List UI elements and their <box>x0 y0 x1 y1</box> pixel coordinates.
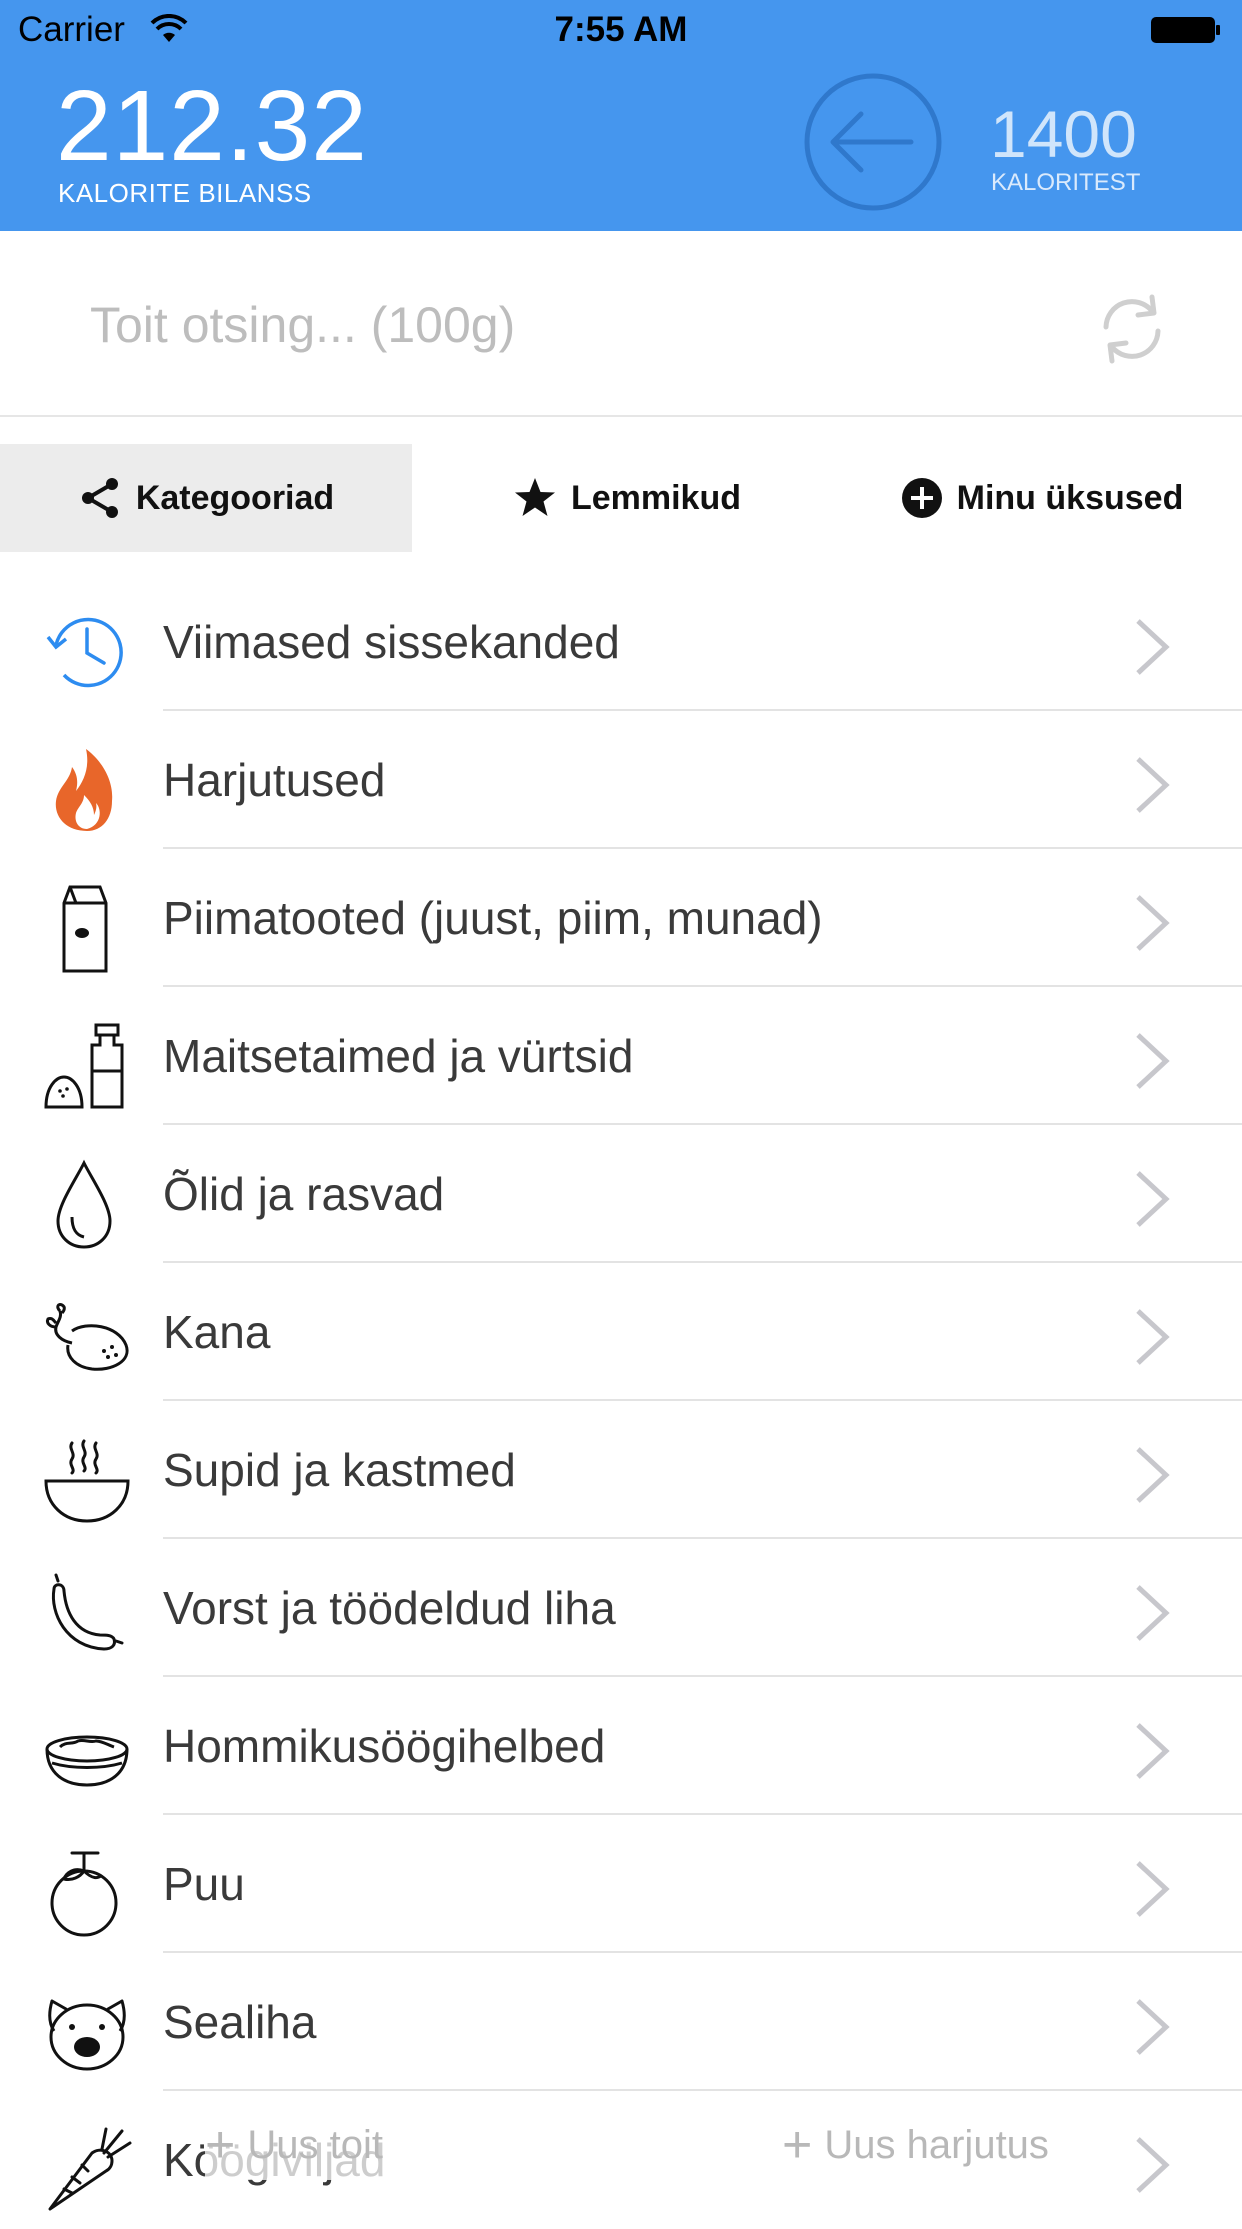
list-item[interactable]: Supid ja kastmed <box>0 1401 1242 1539</box>
calorie-goal-label: KALORITEST <box>991 169 1141 196</box>
chevron-right-icon <box>1136 1861 1170 1917</box>
list-item-label: Puu <box>163 1858 245 1910</box>
list-item-label: Maitsetaimed ja vürtsid <box>163 1030 634 1082</box>
cereal-bowl-icon <box>45 1735 129 1787</box>
refresh-icon[interactable] <box>1092 289 1172 369</box>
list-item[interactable]: Viimased sissekanded <box>0 573 1242 711</box>
chevron-right-icon <box>1136 2137 1170 2193</box>
battery-icon <box>1151 17 1220 43</box>
list-item[interactable]: Sealiha <box>0 1953 1242 2091</box>
list-item[interactable]: Kana <box>0 1263 1242 1401</box>
pig-icon <box>48 1999 126 2071</box>
status-bar: Carrier 7:55 AM <box>0 0 1242 60</box>
chevron-right-icon <box>1136 1171 1170 1227</box>
flame-icon <box>55 749 113 831</box>
spice-grinder-icon <box>44 1023 124 1109</box>
chevron-right-icon <box>1136 1447 1170 1503</box>
new-exercise-label: Uus harjutus <box>824 2122 1049 2167</box>
back-arrow-icon[interactable] <box>803 72 943 212</box>
tab-favorites[interactable]: Lemmikud <box>412 444 842 552</box>
calorie-balance-value: 212.32 <box>56 70 368 182</box>
carrot-icon <box>48 2127 132 2211</box>
list-item[interactable]: Hommikusöögihelbed <box>0 1677 1242 1815</box>
food-search-input[interactable] <box>88 289 992 361</box>
tab-categories-label: Kategooriad <box>135 478 335 517</box>
sausage-icon <box>51 1573 124 1651</box>
chevron-right-icon <box>1136 757 1170 813</box>
tab-my-items[interactable]: Minu üksused <box>842 444 1242 552</box>
chevron-right-icon <box>1136 1585 1170 1641</box>
calorie-balance-label: KALORITE BILANSS <box>58 178 312 208</box>
chevron-right-icon <box>1136 895 1170 951</box>
tab-categories[interactable]: Kategooriad <box>0 444 412 552</box>
calorie-goal-value: 1400 <box>990 97 1137 171</box>
list-item[interactable]: Piimatooted (juust, piim, munad) <box>0 849 1242 987</box>
tab-my-items-label: Minu üksused <box>956 478 1184 517</box>
list-item-label: Õlid ja rasvad <box>163 1168 445 1220</box>
tab-favorites-label: Lemmikud <box>570 478 742 517</box>
new-food-label: Uus toit <box>247 2122 383 2167</box>
chevron-right-icon <box>1136 619 1170 675</box>
chevron-right-icon <box>1136 1033 1170 1089</box>
list-item[interactable]: Vorst ja töödeldud liha <box>0 1539 1242 1677</box>
list-item-label: Hommikusöögihelbed <box>163 1720 606 1772</box>
roast-chicken-icon <box>46 1303 129 1371</box>
clock-time: 7:55 AM <box>554 10 688 49</box>
plus-circle-icon <box>901 478 942 518</box>
new-food-button[interactable]: + Uus toit <box>205 2110 425 2180</box>
chevron-right-icon <box>1136 1999 1170 2055</box>
list-item-label: Harjutused <box>163 754 386 806</box>
list-item-label: Viimased sissekanded <box>163 616 620 668</box>
oil-drop-icon <box>56 1159 112 1249</box>
search-bar <box>0 231 1242 417</box>
list-item-label: Vorst ja töödeldud liha <box>163 1582 616 1634</box>
share-icon <box>81 478 118 518</box>
list-item[interactable]: Õlid ja rasvad <box>0 1125 1242 1263</box>
milk-carton-icon <box>62 885 108 973</box>
list-item-label: Kana <box>163 1306 271 1358</box>
plus-icon: + <box>782 2116 813 2174</box>
list-item-label: Supid ja kastmed <box>163 1444 516 1496</box>
chevron-right-icon <box>1136 1309 1170 1365</box>
list-item-label: Piimatooted (juust, piim, munad) <box>163 892 823 944</box>
star-icon <box>514 478 555 516</box>
fruit-icon <box>50 1851 118 1937</box>
list-item[interactable]: Harjutused <box>0 711 1242 849</box>
tab-bar: Kategooriad Lemmikud Minu üksused <box>0 444 1242 552</box>
chevron-right-icon <box>1136 1723 1170 1779</box>
plus-icon: + <box>205 2116 236 2174</box>
list-item[interactable]: Maitsetaimed ja vürtsid <box>0 987 1242 1125</box>
header: Carrier 7:55 AM 212.32 KALORITE BILANSS … <box>0 0 1242 231</box>
list-item-label: Sealiha <box>163 1996 317 2048</box>
soup-bowl-icon <box>44 1439 130 1523</box>
list-item[interactable]: Puu <box>0 1815 1242 1953</box>
new-exercise-button[interactable]: + Uus harjutus <box>782 2110 1092 2180</box>
clock-history-icon <box>46 617 123 688</box>
